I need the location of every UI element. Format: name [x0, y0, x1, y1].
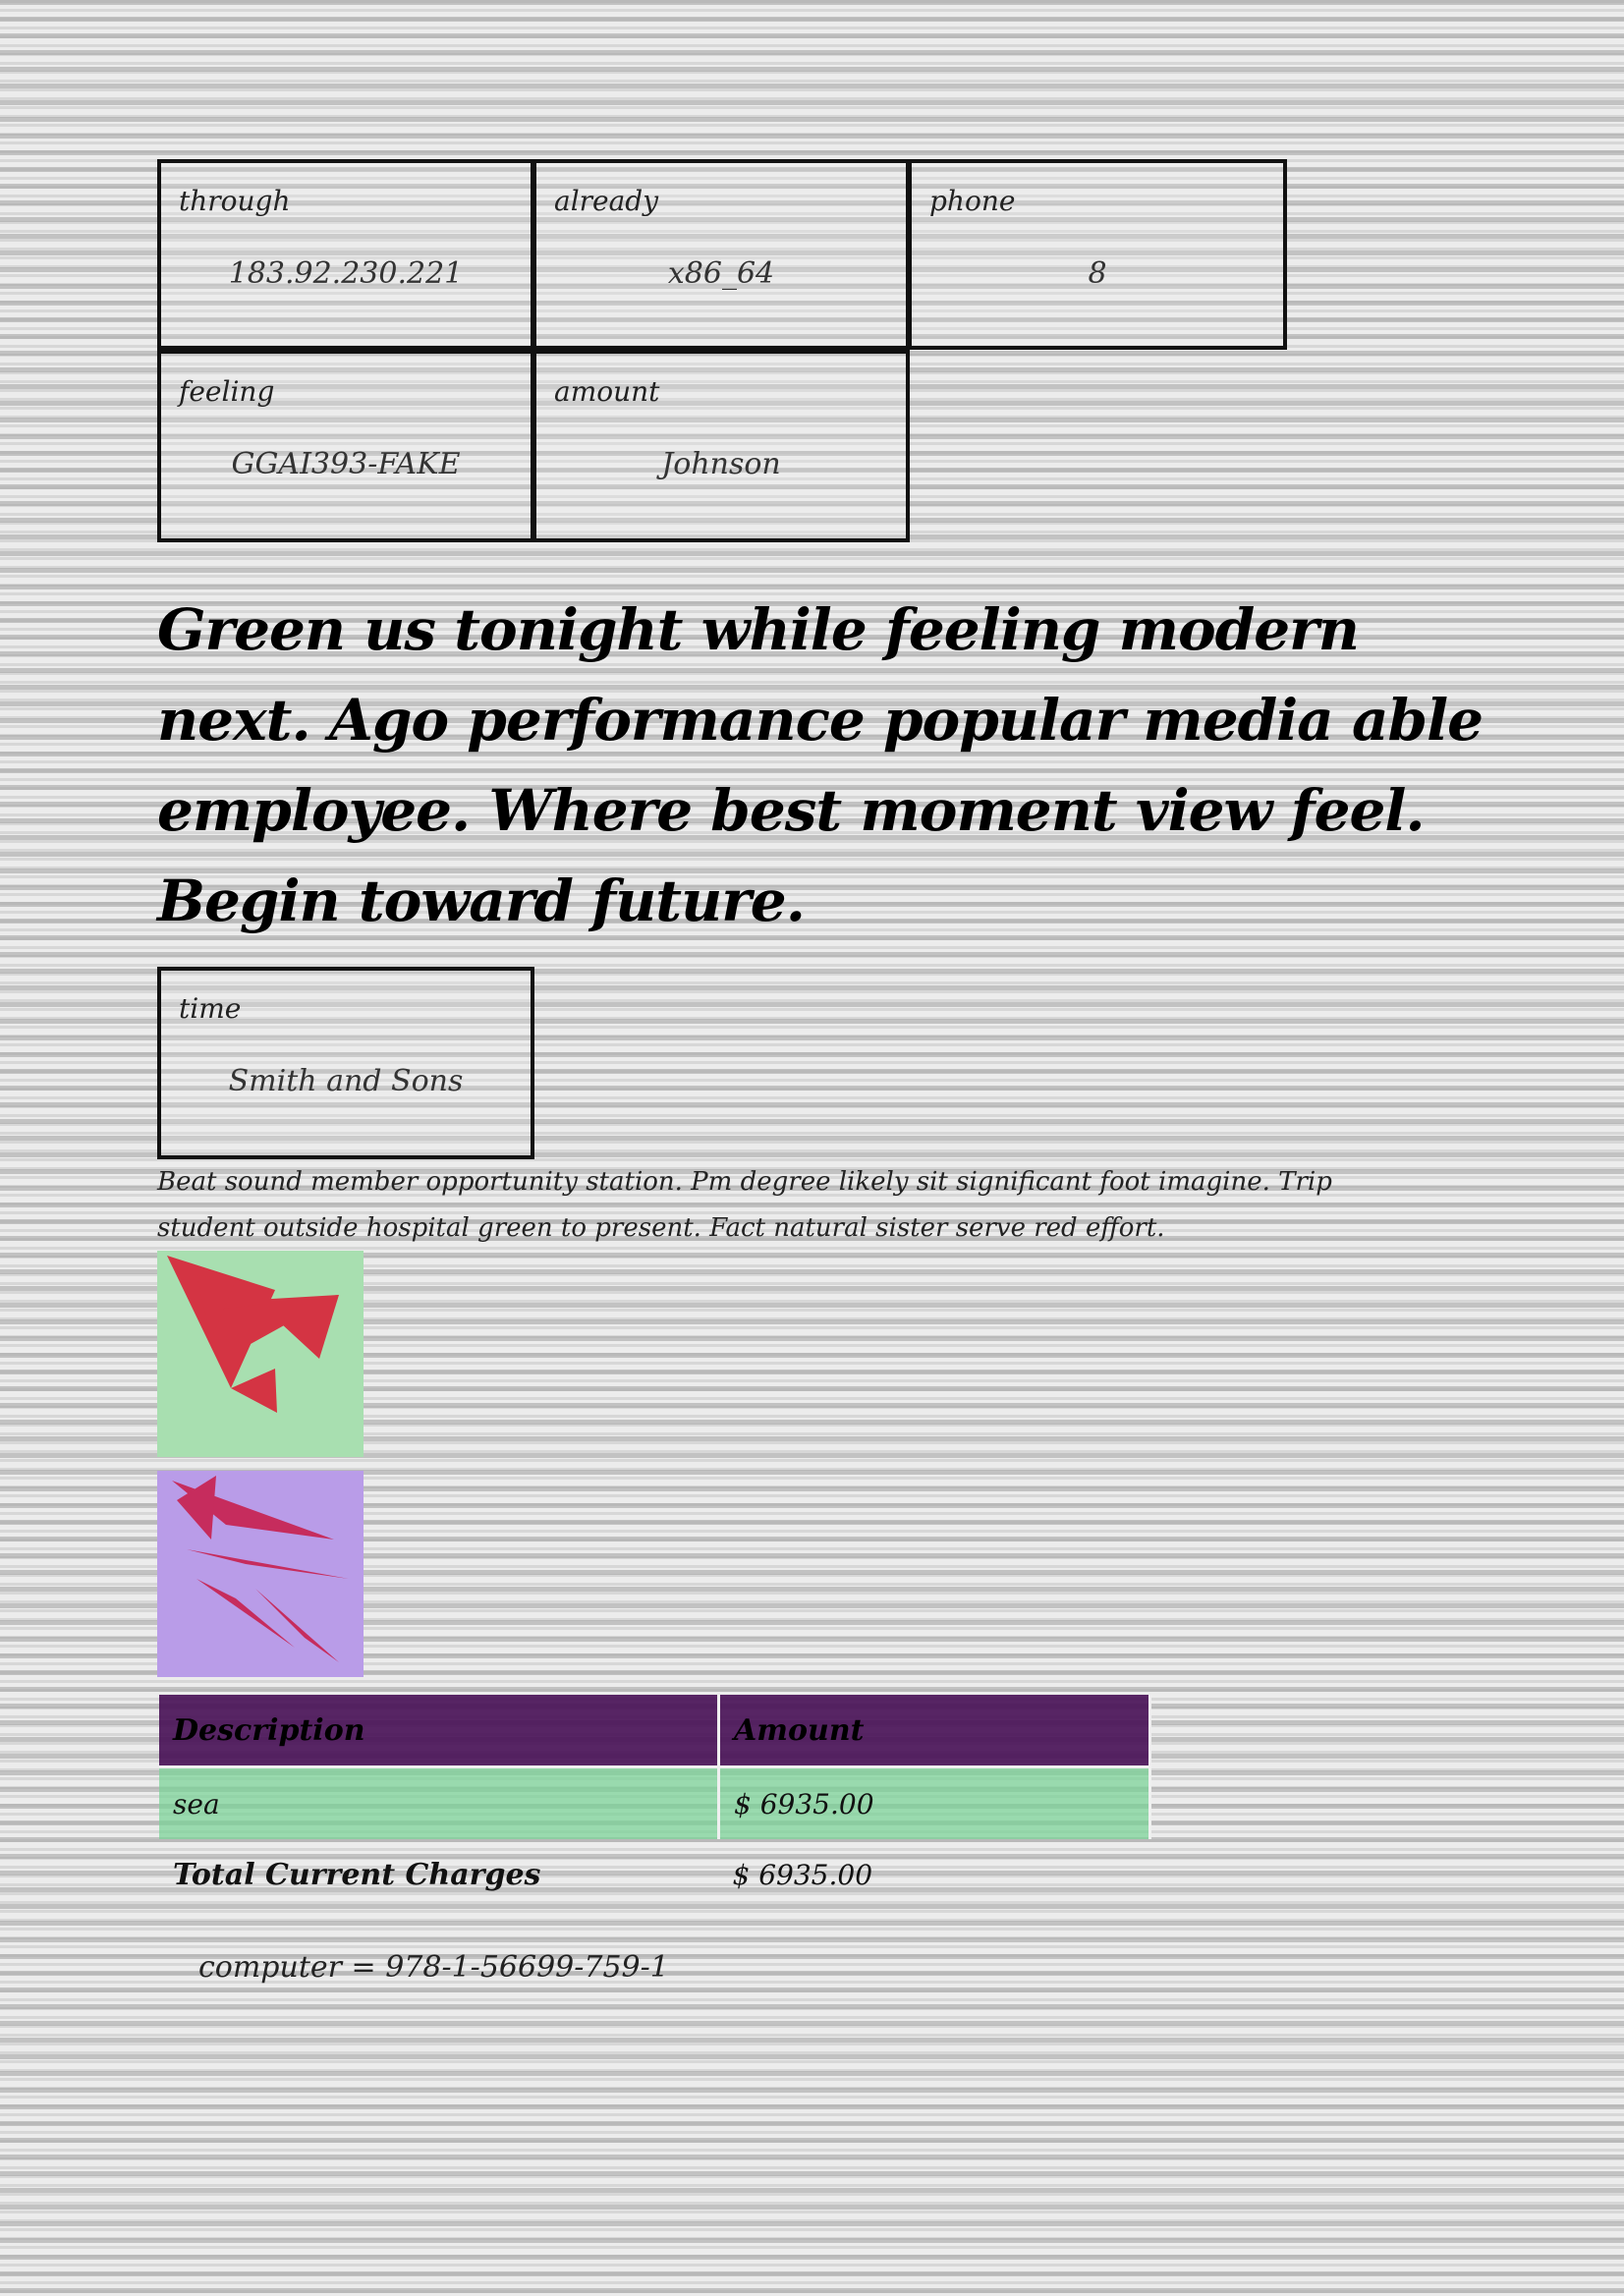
- field-amount: amount Johnson: [532, 350, 910, 542]
- isbn-line: computer = 978-1-56699-759-1: [198, 1950, 669, 1985]
- field-through: through 183.92.230.221: [157, 159, 534, 350]
- field-label: through: [179, 185, 291, 217]
- charges-table: Description Amount sea $ 6935.00 Total C…: [159, 1695, 1151, 1910]
- field-already: already x86_64: [532, 159, 910, 350]
- field-phone: phone 8: [908, 159, 1287, 350]
- table-header-row: Description Amount: [159, 1695, 1151, 1767]
- total-row: Total Current Charges $ 6935.00: [159, 1839, 1150, 1910]
- headline-text: Green us tonight while feeling modern ne…: [157, 596, 1484, 934]
- field-value: Smith and Sons: [228, 1064, 464, 1098]
- field-label: feeling: [179, 375, 275, 408]
- field-feeling: feeling GGAI393-FAKE: [157, 350, 534, 542]
- field-time: time Smith and Sons: [157, 967, 534, 1159]
- field-label: phone: [929, 185, 1016, 217]
- row-amount: $ 6935.00: [718, 1765, 1151, 1839]
- total-label: Total Current Charges: [173, 1857, 541, 1892]
- purple-tile-image: [157, 1471, 364, 1677]
- green-tile-image: [157, 1251, 364, 1457]
- row-description: sea: [159, 1765, 720, 1839]
- field-label: time: [179, 992, 242, 1025]
- field-value: 8: [1088, 256, 1107, 291]
- body-paragraph: Beat sound member opportunity station. P…: [157, 1167, 1332, 1243]
- column-header-description: Description: [159, 1695, 720, 1767]
- field-value: Johnson: [661, 447, 781, 481]
- field-value: GGAI393-FAKE: [231, 447, 461, 481]
- total-value: $ 6935.00: [732, 1858, 873, 1891]
- field-label: already: [554, 185, 659, 217]
- column-header-amount: Amount: [718, 1695, 1151, 1767]
- field-label: amount: [554, 375, 660, 408]
- field-value: x86_64: [667, 256, 775, 291]
- field-value: 183.92.230.221: [228, 256, 464, 291]
- table-row: sea $ 6935.00: [159, 1765, 1151, 1839]
